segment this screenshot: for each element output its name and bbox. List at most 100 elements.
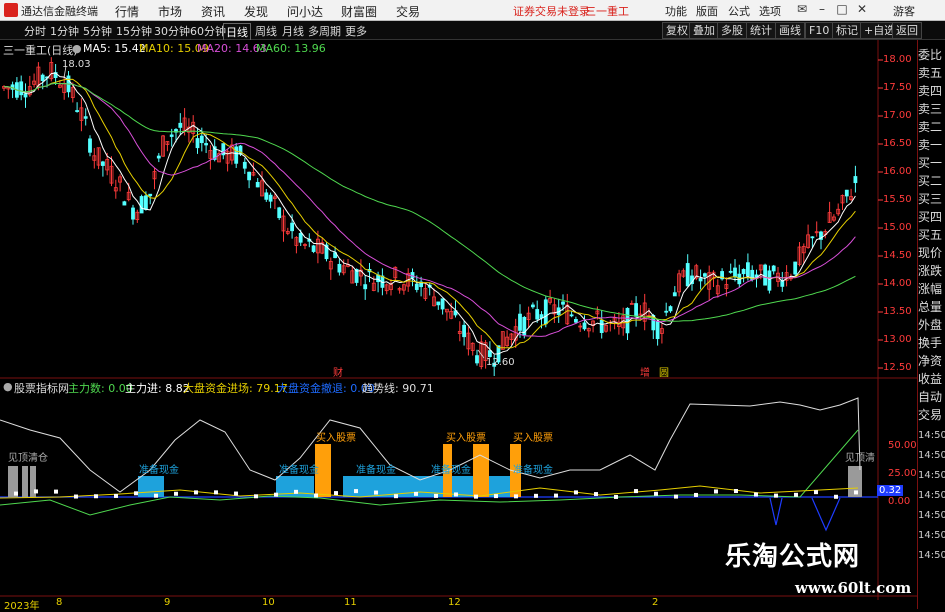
login-notice[interactable]: 证券交易未登录 — [513, 3, 590, 19]
prepare-label-4: 准备现金 — [431, 465, 471, 476]
signal-dot — [814, 490, 818, 495]
app-logo-icon — [4, 3, 18, 17]
signal-dot — [574, 490, 578, 495]
fuquan-button[interactable]: 复权 — [662, 22, 692, 39]
menu-caifuquan[interactable]: 财富圈 — [341, 3, 377, 20]
sidebar-buy4[interactable]: 买四 — [918, 208, 945, 225]
candle-body — [561, 301, 565, 305]
close-icon[interactable]: ✕ — [855, 2, 869, 16]
signal-dot — [774, 493, 778, 498]
danchuan-label: 大盘资金撤退: 0.00 — [277, 382, 375, 395]
period-daily[interactable]: 日线 — [223, 23, 251, 41]
low-price-label: 12.60 — [486, 357, 515, 368]
window-stock-title: 三一重工 — [585, 5, 629, 18]
huaxian-button[interactable]: 画线 — [775, 22, 805, 39]
minimize-icon[interactable]: – — [815, 2, 829, 16]
buy-label-3: 买入股票 — [513, 433, 553, 444]
zhulijin-label: 主力进: 8.82 — [125, 382, 190, 395]
signal-dot — [14, 491, 18, 496]
f10-button[interactable]: F10 — [805, 22, 834, 39]
period-multi[interactable]: 多周期 — [306, 23, 343, 39]
duogu-button[interactable]: 多股 — [717, 22, 747, 39]
signal-dot — [794, 492, 798, 497]
menu-gongshi[interactable]: 公式 — [728, 3, 750, 19]
mail-icon[interactable]: ✉ — [795, 2, 809, 16]
stock-period-label: 三一重工(日线) — [3, 44, 78, 57]
date-tick: 9 — [164, 597, 171, 608]
sidebar-sell5[interactable]: 卖五 — [918, 64, 945, 81]
candle-body — [178, 122, 183, 128]
menu-wenxiaoda[interactable]: 问小达 — [287, 3, 323, 20]
menu-zixun[interactable]: 资讯 — [201, 3, 225, 20]
sidebar-price[interactable]: 现价 — [918, 244, 945, 261]
candle-body — [746, 262, 750, 277]
period-1min[interactable]: 1分钟 — [48, 23, 81, 39]
period-weekly[interactable]: 周线 — [253, 23, 279, 39]
back-button[interactable]: 返回 — [892, 22, 922, 39]
signal-dot — [854, 490, 858, 495]
period-15min[interactable]: 15分钟 — [114, 23, 154, 39]
period-60min[interactable]: 60分钟 — [188, 23, 228, 39]
diejia-button[interactable]: 叠加 — [689, 22, 719, 39]
menu-xuanxiang[interactable]: 选项 — [759, 3, 781, 19]
sidebar-eps[interactable]: 收益 — [918, 370, 945, 387]
sidebar-buy2[interactable]: 买二 — [918, 172, 945, 189]
sidebar-buy3[interactable]: 买三 — [918, 190, 945, 207]
candle-body — [268, 194, 273, 202]
guest-label[interactable]: 游客 — [893, 3, 915, 19]
settings-icon[interactable]: ● — [72, 42, 82, 55]
sidebar-sell2[interactable]: 卖二 — [918, 118, 945, 135]
candle-body — [169, 134, 174, 137]
sidebar-change[interactable]: 涨跌 — [918, 262, 945, 279]
sidebar-trade[interactable]: 交易 — [918, 406, 945, 423]
signal-dot — [434, 493, 438, 498]
candle-body — [247, 171, 252, 181]
menu-gongneng[interactable]: 功能 — [665, 3, 687, 19]
signal-dot — [494, 494, 498, 499]
period-monthly[interactable]: 月线 — [280, 23, 306, 39]
sidebar-nav[interactable]: 净资 — [918, 352, 945, 369]
signal-dot — [54, 489, 58, 494]
menu-faxian[interactable]: 发现 — [244, 3, 268, 20]
kline-chart[interactable] — [0, 40, 945, 609]
candle-body — [569, 314, 574, 317]
menu-banmian[interactable]: 版面 — [696, 3, 718, 19]
sidebar-sell1[interactable]: 卖一 — [918, 136, 945, 153]
sidebar-turnover[interactable]: 换手 — [918, 334, 945, 351]
marker-cai[interactable]: 财 — [333, 364, 343, 379]
signal-dot — [254, 494, 258, 499]
period-5min[interactable]: 5分钟 — [81, 23, 114, 39]
signal-dot — [634, 489, 638, 494]
price-tick: 12.50 — [883, 362, 912, 373]
price-tick: 18.00 — [883, 54, 912, 65]
sub-settings-icon[interactable]: ● — [3, 380, 13, 393]
menu-shichang[interactable]: 市场 — [158, 3, 182, 20]
tongji-button[interactable]: 统计 — [746, 22, 776, 39]
maximize-icon[interactable]: □ — [835, 2, 849, 16]
date-tick: 10 — [262, 597, 275, 608]
candle-body — [199, 135, 204, 144]
sidebar-weibi[interactable]: 委比 — [918, 46, 945, 63]
sidebar-outer[interactable]: 外盘 — [918, 316, 945, 333]
sidebar-buy1[interactable]: 买一 — [918, 154, 945, 171]
candle-body — [844, 189, 849, 197]
period-fenshi[interactable]: 分时 — [22, 23, 48, 39]
sidebar-sell4[interactable]: 卖四 — [918, 82, 945, 99]
sidebar-volume[interactable]: 总量 — [918, 298, 945, 315]
sidebar-auto[interactable]: 自动 — [918, 388, 945, 405]
sidebar-sell3[interactable]: 卖三 — [918, 100, 945, 117]
marker-zeng[interactable]: 增 — [640, 364, 650, 379]
period-more[interactable]: 更多 — [343, 23, 369, 39]
candle-body — [143, 195, 148, 210]
menu-hangqing[interactable]: 行情 — [115, 3, 139, 20]
sidebar-buy5[interactable]: 买五 — [918, 226, 945, 243]
price-tick: 16.00 — [883, 166, 912, 177]
signal-dot — [374, 490, 378, 495]
biaoji-button[interactable]: 标记 — [832, 22, 862, 39]
period-30min[interactable]: 30分钟 — [152, 23, 192, 39]
menu-jiaoyi[interactable]: 交易 — [396, 3, 420, 20]
candle-body — [83, 116, 88, 119]
marker-yuan[interactable]: 圆 — [659, 364, 669, 379]
candle-body — [255, 181, 260, 188]
sidebar-change-pct[interactable]: 涨幅 — [918, 280, 945, 297]
